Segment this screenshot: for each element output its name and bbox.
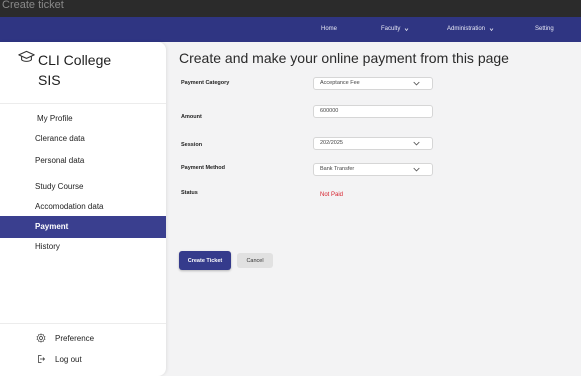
sidebar-divider [0, 103, 166, 104]
top-navigation-bar: Home Faculty Administration Setting [0, 17, 581, 42]
status-badge: Not Paid [320, 192, 344, 198]
amount-value: 600000 [320, 108, 339, 114]
logout-label: Log out [55, 354, 82, 364]
nav-setting-label: Setting [535, 26, 554, 32]
payment-category-select[interactable]: Acceptance Fee [313, 77, 433, 90]
cancel-button[interactable]: Cancel [237, 253, 273, 268]
sidebar-item-clerance-data[interactable]: Clerance data [0, 128, 166, 150]
nav-administration-label: Administration [447, 26, 486, 32]
page-title: Create and make your online payment from… [179, 50, 509, 66]
window-title: Create ticket [0, 0, 581, 17]
sidebar-item-study-course[interactable]: Study Course [0, 176, 166, 198]
sidebar-item-my-profile[interactable]: My Profile [0, 108, 166, 130]
sidebar-item-label: History [35, 242, 60, 251]
logout-button[interactable]: Log out [36, 354, 82, 364]
sidebar-item-label: Personal data [35, 156, 85, 165]
nav-setting[interactable]: Setting [535, 17, 554, 42]
session-value: 202/2025 [320, 140, 343, 146]
chevron-down-icon [405, 28, 409, 32]
nav-home[interactable]: Home [321, 17, 337, 42]
chevron-down-icon [413, 141, 420, 146]
preference-label: Preference [55, 333, 95, 343]
session-label: Session [181, 142, 203, 148]
sidebar-item-label: Accomodation data [35, 202, 104, 211]
status-label: Status [181, 190, 198, 196]
sidebar-item-label: Clerance data [35, 134, 85, 143]
graduation-cap-icon [18, 50, 35, 62]
chevron-down-icon [413, 167, 420, 172]
payment-method-select[interactable]: Bank Transfer [313, 163, 433, 176]
sidebar-item-personal-data[interactable]: Personal data [0, 150, 166, 172]
sidebar-item-label: Payment [35, 222, 69, 231]
payment-method-value: Bank Transfer [320, 166, 355, 172]
gear-icon [36, 333, 46, 343]
brand: CLI College [18, 50, 111, 71]
chevron-down-icon [489, 28, 494, 32]
amount-input[interactable]: 600000 [313, 105, 433, 118]
nav-home-label: Home [321, 26, 338, 32]
nav-administration[interactable]: Administration [447, 17, 494, 42]
preference-button[interactable]: Preference [36, 333, 94, 343]
payment-category-label: Payment Category [181, 80, 230, 86]
sidebar-item-label: My Profile [37, 114, 73, 123]
app-body: CLI College SIS My Profile Clerance data… [0, 42, 581, 376]
create-ticket-button[interactable]: Create Ticket [179, 251, 231, 270]
nav-faculty-label: Faculty [381, 26, 401, 32]
sidebar-item-history[interactable]: History [0, 236, 166, 258]
session-select[interactable]: 202/2025 [313, 137, 433, 150]
nav-faculty[interactable]: Faculty [381, 17, 409, 42]
chevron-down-icon [413, 81, 420, 86]
sidebar-item-accomodation-data[interactable]: Accomodation data [0, 196, 166, 218]
sidebar-item-label: Study Course [35, 182, 84, 191]
logout-icon [38, 355, 46, 363]
amount-label: Amount [181, 114, 202, 120]
sidebar-item-payment[interactable]: Payment [0, 216, 166, 238]
sidebar: CLI College SIS My Profile Clerance data… [0, 42, 166, 376]
window-title-text: Create ticket [2, 0, 64, 11]
sidebar-divider [0, 323, 166, 324]
brand-name: CLI College [38, 52, 112, 68]
payment-category-value: Acceptance Fee [320, 80, 360, 86]
payment-method-label: Payment Method [181, 165, 226, 171]
brand-subtitle: SIS [38, 72, 61, 88]
